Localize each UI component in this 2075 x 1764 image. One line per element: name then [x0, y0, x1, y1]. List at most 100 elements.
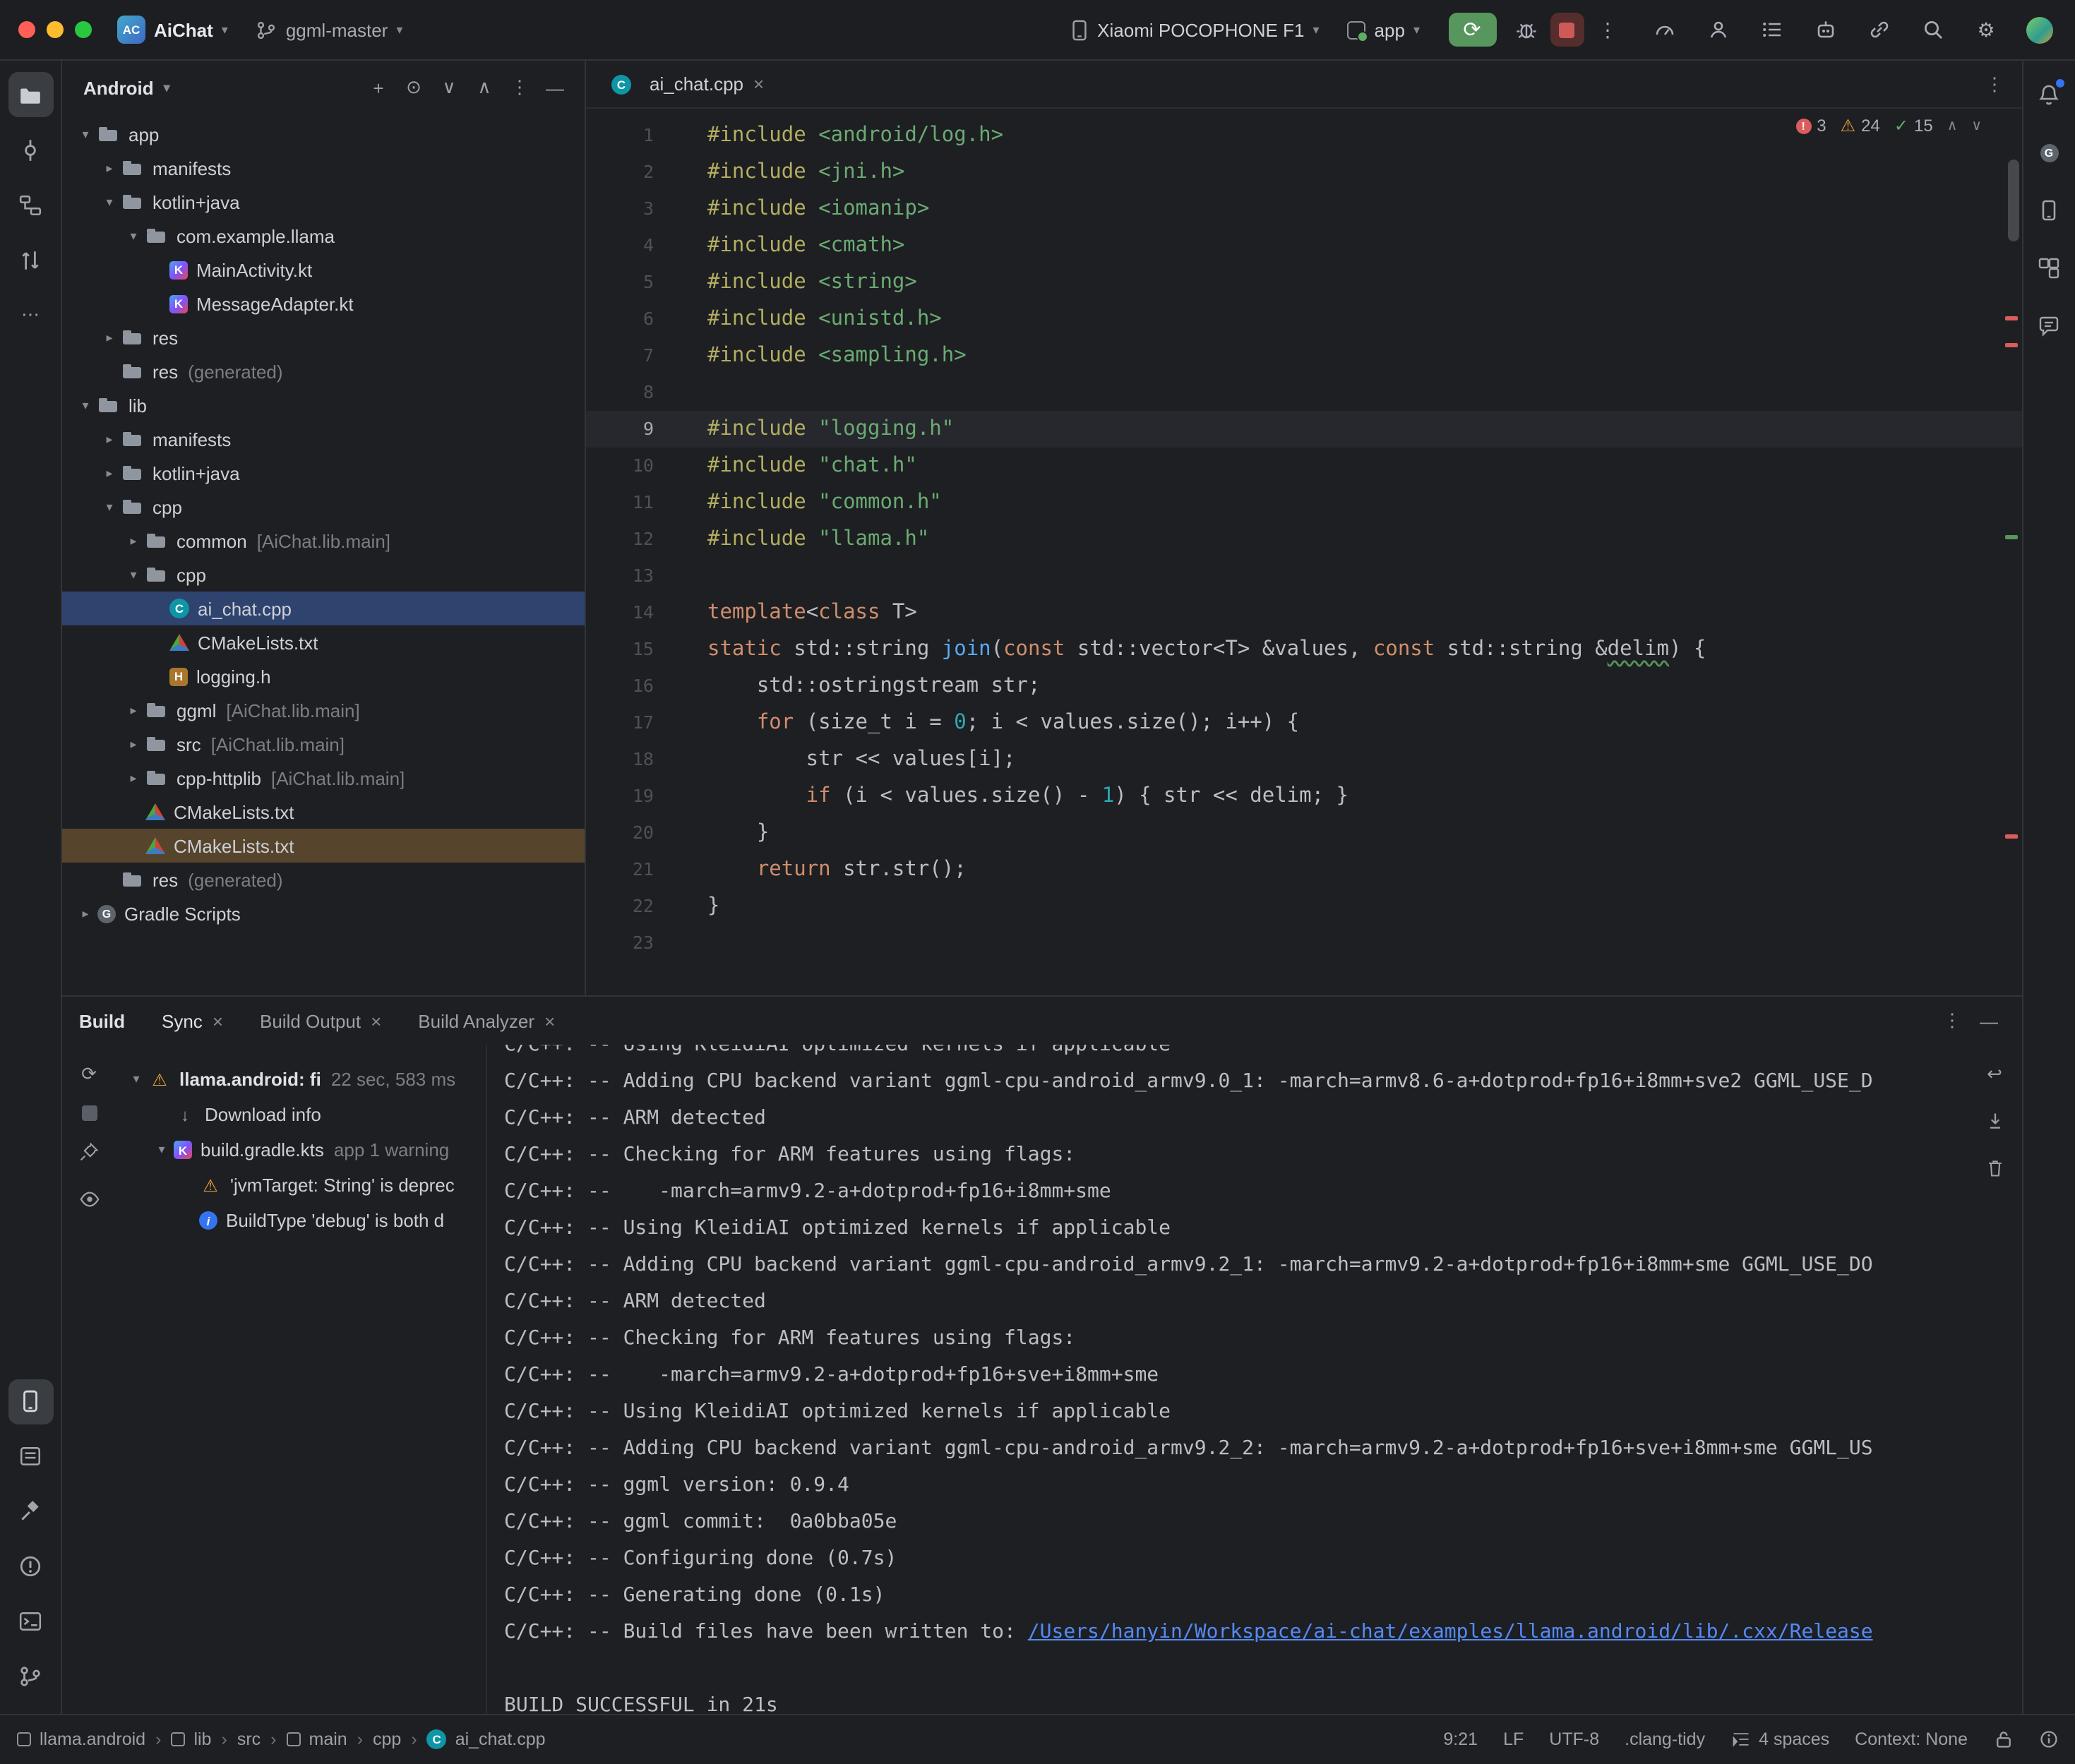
warnings-indicator[interactable]: ⚠24 — [1841, 116, 1880, 136]
line-number[interactable]: 12 — [586, 521, 654, 558]
expand-all-button[interactable]: ∨ — [433, 72, 465, 103]
build-tool-button[interactable] — [8, 1489, 53, 1534]
error-stripe-mark[interactable] — [2004, 834, 2017, 839]
project-tree-item-logging-h[interactable]: ▸Hlogging.h — [62, 659, 585, 693]
line-number[interactable]: 17 — [586, 704, 654, 741]
project-tree-item-common[interactable]: ▸common[AiChat.lib.main] — [62, 524, 585, 558]
breadcrumb-ai-chat-cpp[interactable]: Cai_chat.cpp — [427, 1729, 546, 1749]
line-number[interactable]: 1 — [586, 117, 654, 154]
code-line-18[interactable]: 18 str << values[i]; — [586, 741, 2021, 778]
version-control-tool-button[interactable] — [8, 1654, 53, 1699]
build-tree-item-download-info[interactable]: ▸↓Download info — [116, 1097, 486, 1132]
running-devices-tool-button[interactable] — [8, 1379, 53, 1424]
commit-tool-button[interactable] — [8, 127, 53, 172]
resync-icon[interactable]: ⟳ — [73, 1059, 104, 1090]
project-tree-item-gradle-scripts[interactable]: ▸GGradle Scripts — [62, 896, 585, 930]
line-number[interactable]: 4 — [586, 227, 654, 264]
line-number[interactable]: 10 — [586, 448, 654, 484]
tab-build-output[interactable]: Build Output× — [260, 1010, 381, 1031]
code-line-17[interactable]: 17 for (size_t i = 0; i < values.size();… — [586, 704, 2021, 741]
inspections-widget[interactable]: 3 ⚠24 ✓15 ∧ ∨ — [1795, 116, 1982, 136]
chevron-down-icon[interactable]: ▾ — [97, 194, 121, 210]
chevron-down-icon[interactable]: ▾ — [97, 499, 121, 515]
errors-indicator[interactable]: 3 — [1795, 116, 1826, 136]
project-tree-item-res[interactable]: ▸res — [62, 320, 585, 354]
code-line-4[interactable]: 4#include <cmath> — [586, 227, 2021, 264]
code-line-9[interactable]: 9#include "logging.h" — [586, 411, 2021, 448]
chevron-down-icon[interactable]: ▾ — [121, 567, 145, 582]
chevron-right-icon[interactable]: ▸ — [121, 736, 145, 752]
close-tab-icon[interactable]: × — [371, 1010, 381, 1031]
project-tree[interactable]: ▾app▸manifests▾kotlin+java▾com.example.l… — [62, 114, 585, 995]
chevron-right-icon[interactable]: ▸ — [97, 330, 121, 345]
line-number[interactable]: 19 — [586, 778, 654, 815]
breadcrumb-src[interactable]: src — [237, 1729, 261, 1749]
hide-build-panel-icon[interactable]: — — [1973, 1005, 2004, 1036]
console-link[interactable]: /Users/hanyin/Workspace/ai-chat/examples… — [1028, 1621, 1873, 1643]
problems-tool-button[interactable] — [8, 1544, 53, 1589]
layout-inspector-tool-button[interactable] — [2026, 246, 2071, 291]
prev-issue-icon[interactable]: ∧ — [1947, 118, 1958, 133]
code-line-12[interactable]: 12#include "llama.h" — [586, 521, 2021, 558]
line-number[interactable]: 6 — [586, 301, 654, 337]
code-line-13[interactable]: 13 — [586, 558, 2021, 594]
project-tree-item-ai-chat-cpp[interactable]: ▸Cai_chat.cpp — [62, 592, 585, 625]
project-tree-item-res[interactable]: ▸res(generated) — [62, 863, 585, 896]
build-tree-item-buildtype-debug-is-both-d[interactable]: ▸iBuildType 'debug' is both d — [116, 1203, 486, 1238]
breadcrumb-lib[interactable]: lib — [171, 1729, 211, 1749]
chevron-right-icon[interactable]: ▸ — [121, 702, 145, 718]
line-number[interactable]: 9 — [586, 411, 654, 448]
code-with-me-icon[interactable] — [1699, 11, 1736, 48]
hide-project-panel-icon[interactable]: — — [539, 72, 570, 103]
line-number[interactable]: 18 — [586, 741, 654, 778]
project-options-icon[interactable]: ⋮ — [504, 72, 535, 103]
collapse-all-button[interactable]: ∧ — [469, 72, 500, 103]
breadcrumb-cpp[interactable]: cpp — [373, 1729, 401, 1749]
passed-indicator[interactable]: ✓15 — [1894, 116, 1933, 136]
project-tree-item-kotlin-java[interactable]: ▾kotlin+java — [62, 185, 585, 219]
project-tree-item-manifests[interactable]: ▸manifests — [62, 151, 585, 185]
editor-scrollbar[interactable] — [2007, 160, 2019, 241]
tab-ai-chat-cpp[interactable]: C ai_chat.cpp × — [597, 61, 778, 107]
code-line-2[interactable]: 2#include <jni.h> — [586, 154, 2021, 191]
error-stripe-mark[interactable] — [2004, 343, 2017, 347]
stop-button[interactable] — [1550, 13, 1584, 47]
chevron-right-icon[interactable]: ▸ — [97, 431, 121, 447]
chevron-down-icon[interactable]: ▾ — [73, 126, 97, 142]
project-tree-item-cpp-httplib[interactable]: ▸cpp-httplib[AiChat.lib.main] — [62, 761, 585, 795]
line-ending-indicator[interactable]: LF — [1503, 1729, 1524, 1749]
close-tab-icon[interactable]: × — [753, 73, 764, 95]
terminal-tool-button[interactable] — [8, 1599, 53, 1644]
close-tab-icon[interactable]: × — [544, 1010, 555, 1031]
line-number[interactable]: 2 — [586, 154, 654, 191]
soft-wrap-icon[interactable]: ↩ — [1979, 1059, 2010, 1090]
project-tree-item-src[interactable]: ▸src[AiChat.lib.main] — [62, 727, 585, 761]
code-line-19[interactable]: 19 if (i < values.size() - 1) { str << d… — [586, 778, 2021, 815]
code-line-3[interactable]: 3#include <iomanip> — [586, 191, 2021, 227]
code-line-21[interactable]: 21 return str.str(); — [586, 851, 2021, 888]
editor-body[interactable]: 1#include <android/log.h>2#include <jni.… — [586, 109, 2021, 995]
indent-indicator[interactable]: 4 spaces — [1730, 1729, 1829, 1749]
code-line-5[interactable]: 5#include <string> — [586, 264, 2021, 301]
code-line-22[interactable]: 22} — [586, 888, 2021, 925]
pin-icon[interactable] — [73, 1136, 104, 1168]
close-window-button[interactable] — [18, 21, 35, 38]
todo-list-icon[interactable] — [1753, 11, 1790, 48]
line-number[interactable]: 8 — [586, 374, 654, 411]
structure-tool-button[interactable] — [8, 182, 53, 227]
search-everywhere-icon[interactable] — [1914, 11, 1951, 48]
project-tree-item-messageadapter-kt[interactable]: ▸KMessageAdapter.kt — [62, 287, 585, 320]
chevron-down-icon[interactable]: ▾ — [150, 1142, 174, 1158]
code-line-15[interactable]: 15static std::string join(const std::vec… — [586, 631, 2021, 668]
device-selector[interactable]: Xiaomi POCOPHONE F1 ▾ — [1070, 19, 1319, 40]
zoom-window-button[interactable] — [75, 21, 92, 38]
code-line-11[interactable]: 11#include "common.h" — [586, 484, 2021, 521]
add-button[interactable]: + — [363, 72, 394, 103]
code-line-16[interactable]: 16 std::ostringstream str; — [586, 668, 2021, 704]
device-explorer-tool-button[interactable] — [2026, 188, 2071, 233]
build-console[interactable]: C/C++: -- Using KleidiAI optimized kerne… — [487, 1045, 2021, 1713]
change-stripe-mark[interactable] — [2004, 535, 2017, 539]
line-number[interactable]: 15 — [586, 631, 654, 668]
project-tool-button[interactable] — [8, 72, 53, 117]
project-view-selector[interactable]: Android ▾ — [83, 77, 170, 98]
